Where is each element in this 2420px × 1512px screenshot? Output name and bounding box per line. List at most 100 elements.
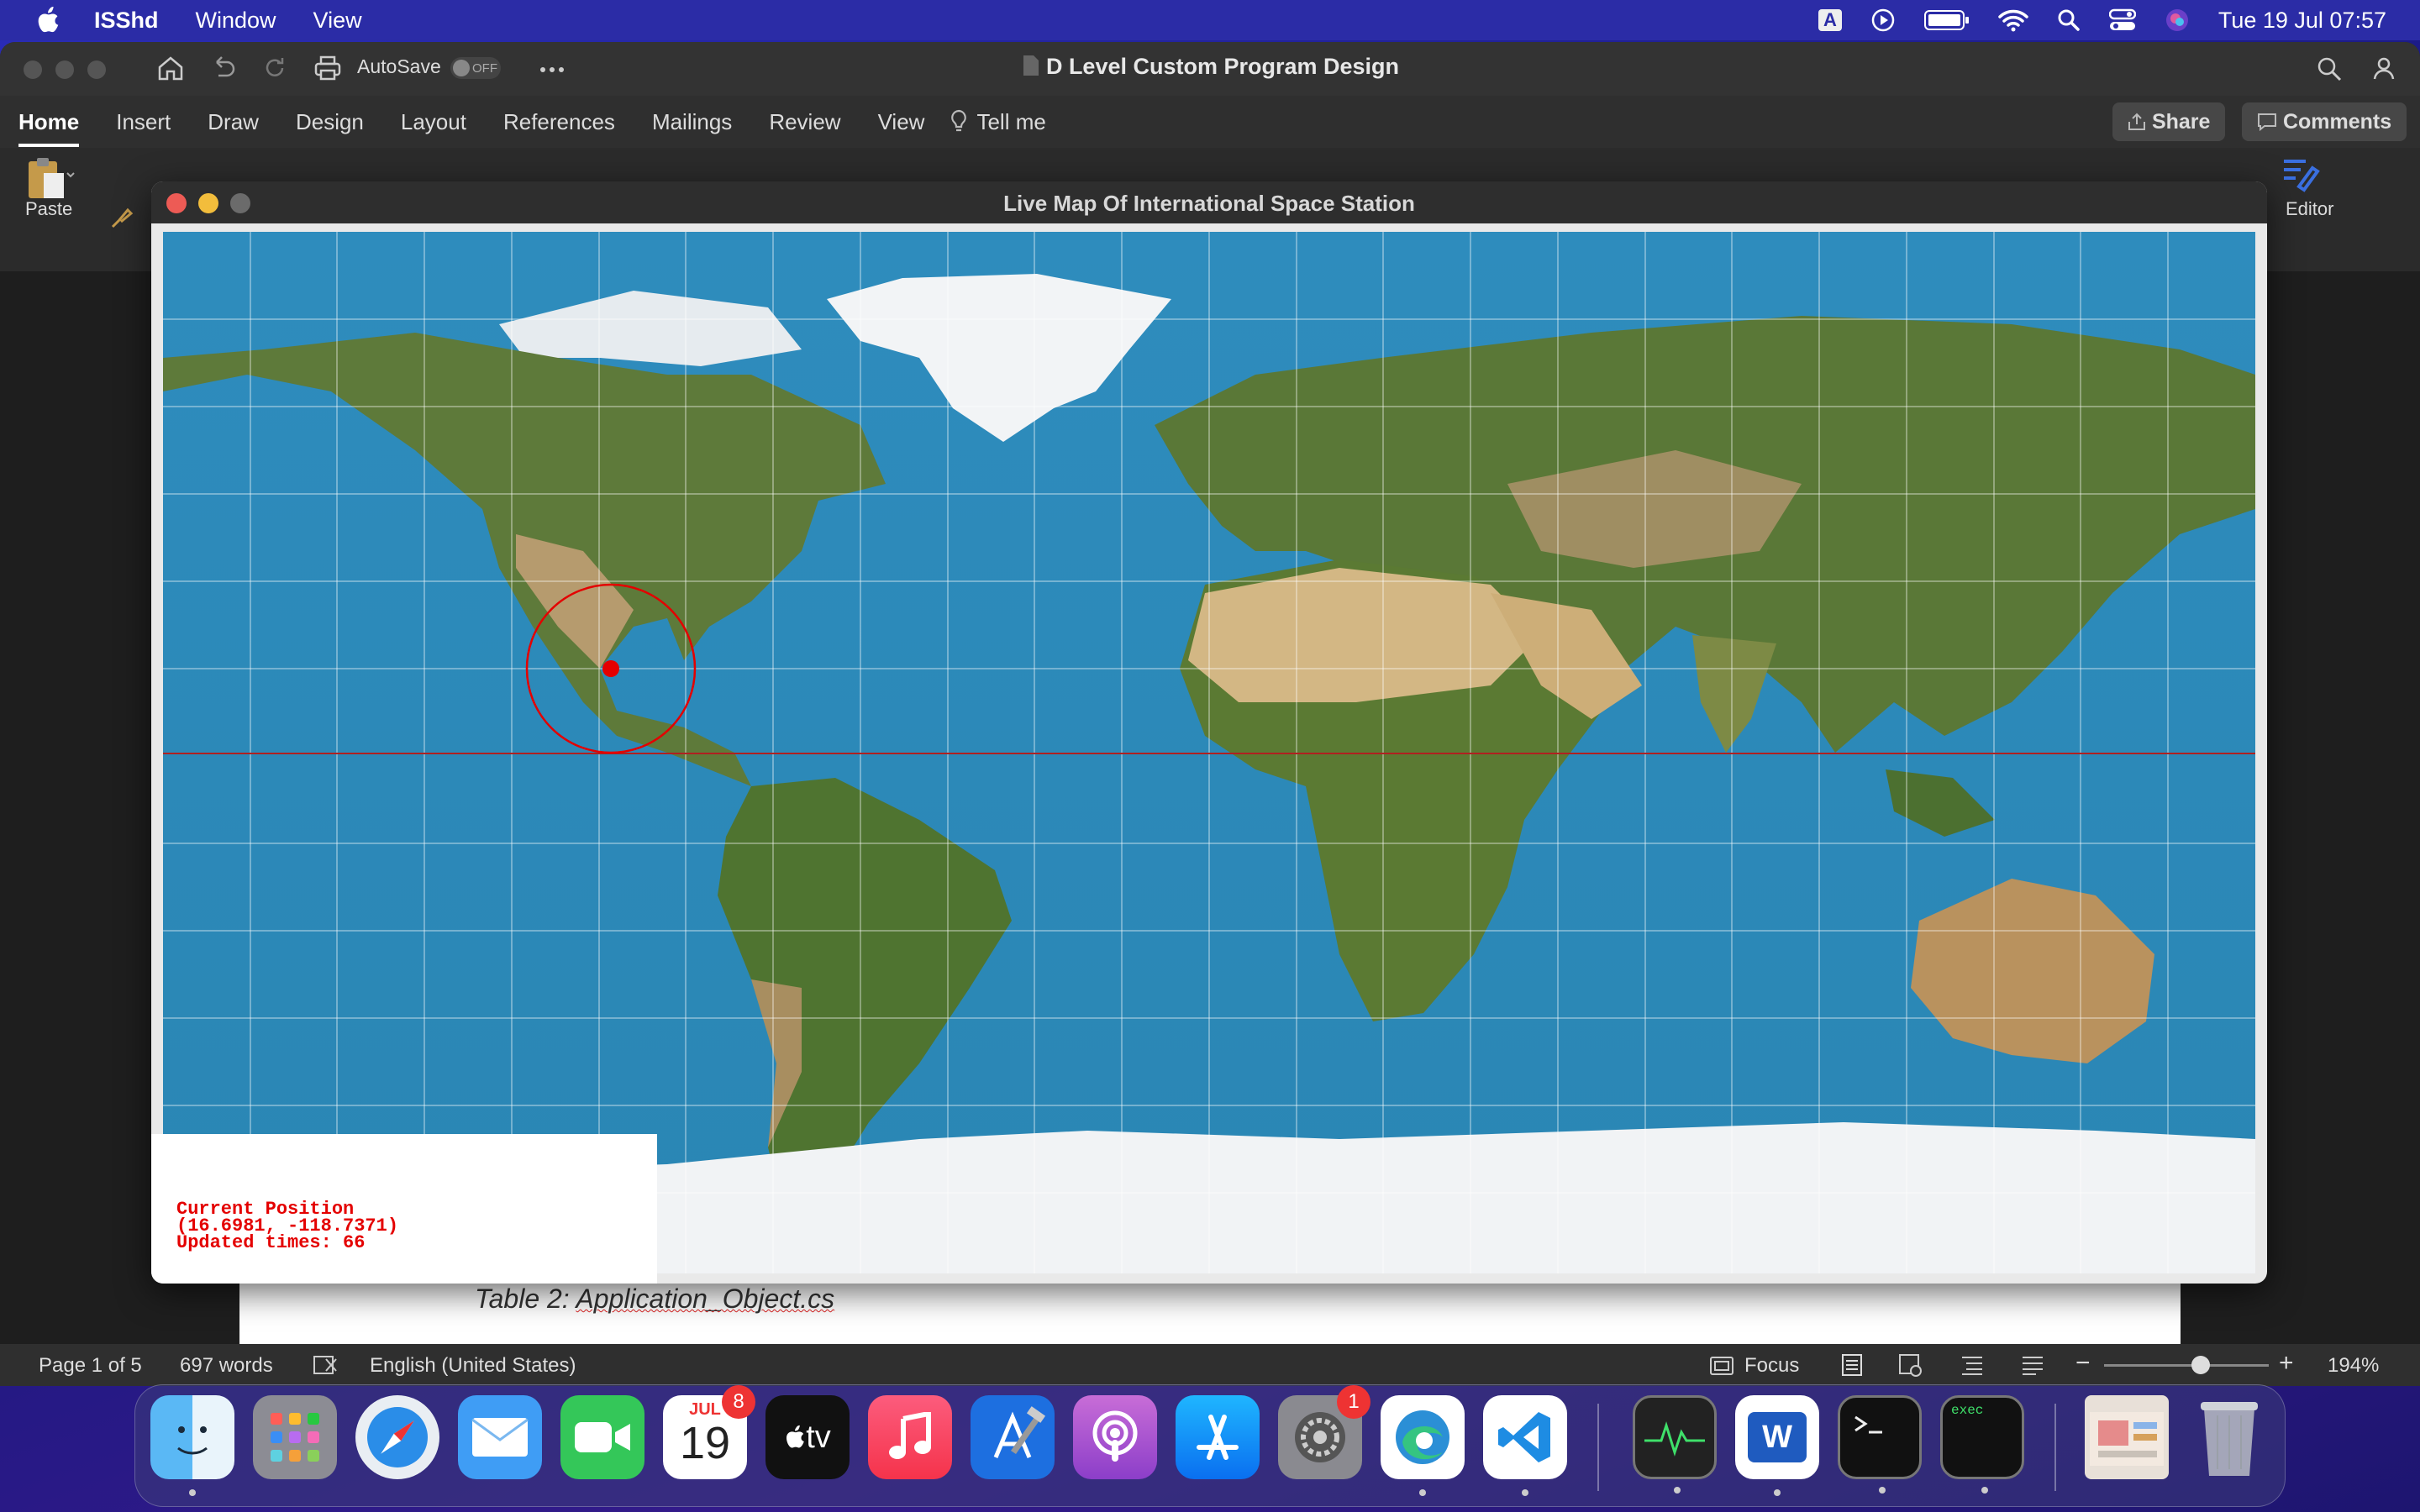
trash-icon	[2201, 1402, 2258, 1476]
focus-button[interactable]: Focus	[1744, 1354, 1799, 1378]
map-window-title: Live Map Of International Space Station	[1003, 191, 1415, 216]
tv-label: tv	[806, 1419, 831, 1455]
mail-envelope-icon	[471, 1418, 529, 1457]
zoom-in-button[interactable]: +	[2279, 1349, 2294, 1378]
apple-menu-icon[interactable]	[35, 6, 60, 34]
dock-finder[interactable]	[150, 1395, 234, 1496]
document-title: D Level Custom Program Design	[0, 54, 2420, 80]
world-map[interactable]	[163, 232, 2255, 1273]
print-layout-icon[interactable]	[1840, 1352, 1864, 1378]
tab-design[interactable]: Design	[296, 109, 364, 135]
zoom-slider[interactable]	[2104, 1364, 2269, 1367]
tab-mailings[interactable]: Mailings	[652, 109, 732, 135]
dock-system-preferences[interactable]: 1	[1278, 1385, 1370, 1479]
map-close-button[interactable]	[166, 193, 187, 213]
running-indicator	[1879, 1487, 1886, 1494]
dock-apple-tv[interactable]: tv	[765, 1395, 850, 1479]
word-letter: W	[1762, 1419, 1792, 1455]
paste-icon[interactable]	[25, 156, 76, 202]
format-painter-icon[interactable]	[108, 205, 134, 232]
tab-references[interactable]: References	[503, 109, 615, 135]
focus-icon[interactable]	[1709, 1356, 1734, 1376]
vscode-icon	[1498, 1412, 1550, 1462]
dock-launchpad[interactable]	[253, 1395, 337, 1479]
dock-facetime[interactable]	[560, 1395, 644, 1479]
position-info-panel: Current Position (16.6981, -118.7371) Up…	[151, 1134, 657, 1284]
tab-layout[interactable]: Layout	[401, 109, 466, 135]
dock-terminal[interactable]	[1838, 1395, 1922, 1494]
caption-filename: Application_Object.cs	[576, 1284, 835, 1314]
caption-prefix: Table 2:	[475, 1284, 576, 1314]
input-source-icon[interactable]: A	[1818, 9, 1842, 31]
dock-trash[interactable]	[2187, 1395, 2271, 1479]
tab-view[interactable]: View	[878, 109, 925, 135]
page-count[interactable]: Page 1 of 5	[39, 1354, 142, 1378]
edge-icon	[1396, 1410, 1449, 1464]
dock-mail[interactable]	[458, 1395, 542, 1479]
tab-draw[interactable]: Draw	[208, 109, 259, 135]
tab-review[interactable]: Review	[769, 109, 840, 135]
dock-calendar[interactable]: JUL 19 8	[663, 1385, 755, 1479]
sahara-desert	[1188, 568, 1541, 702]
control-center-icon[interactable]	[2108, 8, 2136, 32]
dock-separator	[2054, 1404, 2056, 1491]
share-button[interactable]: Share	[2112, 102, 2226, 141]
zoom-slider-handle[interactable]	[2191, 1356, 2210, 1374]
proofing-icon[interactable]	[313, 1354, 339, 1376]
word-count[interactable]: 697 words	[180, 1354, 273, 1378]
dock-vscode[interactable]	[1483, 1395, 1567, 1496]
app-store-icon	[1197, 1415, 1239, 1460]
dock-podcasts[interactable]	[1073, 1395, 1157, 1479]
siri-icon[interactable]	[2165, 8, 2190, 33]
language-status[interactable]: English (United States)	[370, 1354, 576, 1378]
battery-icon[interactable]	[1923, 9, 1970, 31]
dock-downloads-stack[interactable]	[2085, 1395, 2169, 1479]
search-icon[interactable]	[2316, 55, 2343, 82]
dock-edge[interactable]	[1381, 1395, 1465, 1496]
running-indicator	[1674, 1487, 1681, 1494]
status-bar: Page 1 of 5 697 words English (United St…	[0, 1344, 2420, 1386]
outline-view-icon[interactable]	[1960, 1354, 1985, 1376]
dock-safari[interactable]	[355, 1395, 439, 1479]
xcode-hammer-icon	[993, 1406, 1046, 1458]
dock-word[interactable]: W	[1735, 1395, 1819, 1496]
share-people-icon[interactable]	[2373, 55, 2402, 82]
dock-exec[interactable]: exec	[1940, 1395, 2024, 1494]
running-indicator	[1419, 1489, 1426, 1496]
tab-insert[interactable]: Insert	[116, 109, 171, 135]
iss-position-marker[interactable]	[602, 660, 619, 677]
menu-window[interactable]: Window	[196, 8, 276, 34]
dock-app-store[interactable]	[1176, 1395, 1260, 1479]
map-minimize-button[interactable]	[198, 193, 218, 213]
play-icon[interactable]	[1870, 8, 1896, 33]
dock-separator	[1597, 1404, 1599, 1491]
share-icon	[2128, 113, 2145, 130]
web-layout-icon[interactable]	[1897, 1352, 1923, 1378]
editor-label: Editor	[2286, 198, 2334, 219]
dock-xcode[interactable]	[971, 1395, 1055, 1479]
wifi-icon[interactable]	[1998, 8, 2028, 32]
menu-app-name[interactable]: ISShd	[94, 8, 159, 34]
tab-home[interactable]: Home	[18, 109, 80, 147]
map-zoom-button[interactable]	[230, 193, 250, 213]
comments-button[interactable]: Comments	[2242, 102, 2407, 141]
dock-music[interactable]	[868, 1395, 952, 1479]
update-count: Updated times: 66	[176, 1232, 366, 1253]
menu-view[interactable]: View	[313, 8, 362, 34]
dock-activity-monitor[interactable]	[1633, 1395, 1717, 1494]
zoom-out-button[interactable]: −	[2075, 1349, 2091, 1378]
share-label: Share	[2151, 110, 2211, 134]
zoom-level[interactable]: 194%	[2328, 1354, 2379, 1378]
running-indicator	[189, 1489, 196, 1496]
spotlight-search-icon[interactable]	[2057, 8, 2081, 32]
facetime-camera-icon	[575, 1422, 630, 1452]
tell-me-search[interactable]: Tell me	[976, 109, 1045, 135]
editor-icon[interactable]	[2279, 153, 2321, 195]
running-indicator	[1522, 1489, 1528, 1496]
draft-view-icon[interactable]	[2020, 1354, 2045, 1376]
launchpad-grid-icon	[271, 1413, 319, 1462]
lightbulb-icon	[951, 109, 967, 132]
ribbon-tabs: Home Insert Draw Design Layout Reference…	[0, 96, 2420, 148]
terminal-prompt-icon	[1854, 1415, 1882, 1434]
menu-clock[interactable]: Tue 19 Jul 07:57	[2218, 8, 2386, 34]
